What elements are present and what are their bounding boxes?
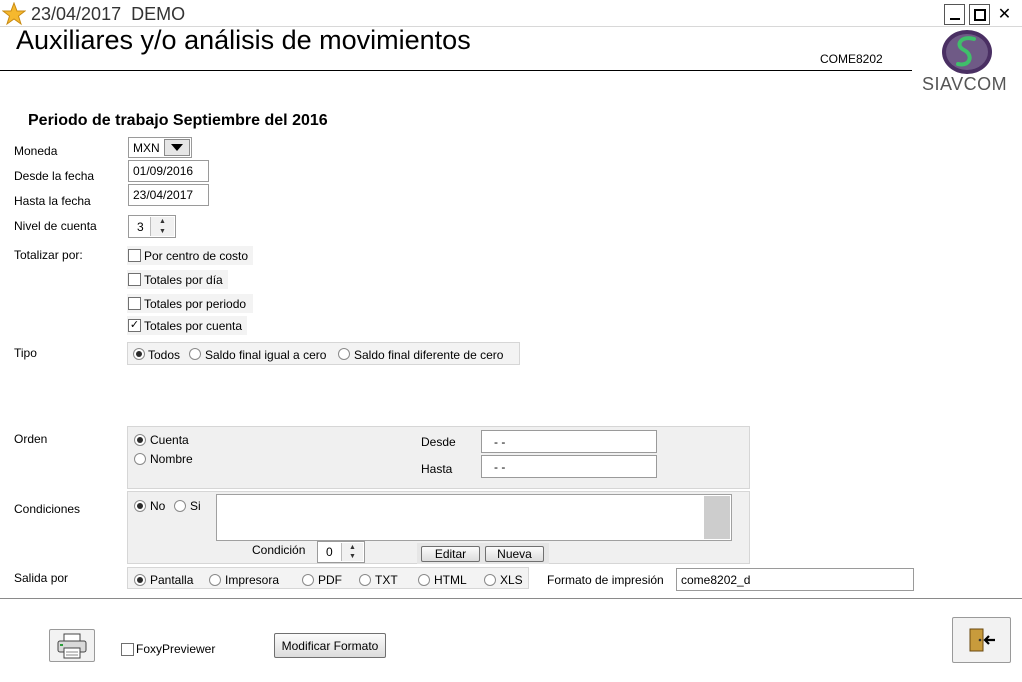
conditions-no-label: No bbox=[150, 499, 166, 513]
daily-totals-checkbox[interactable] bbox=[128, 273, 141, 286]
window-date: 23/04/2017 bbox=[31, 4, 122, 24]
print-format-input[interactable]: come8202_d bbox=[676, 568, 914, 591]
conditions-yes-radio[interactable] bbox=[174, 500, 186, 512]
conditions-yes-label: Si bbox=[190, 499, 201, 513]
foxypreviewer-checkbox[interactable] bbox=[121, 643, 134, 656]
spin-up-icon[interactable]: ▲ bbox=[342, 543, 363, 552]
print-format-label: Formato de impresión bbox=[547, 573, 664, 587]
maximize-button[interactable] bbox=[969, 4, 990, 25]
condition-number-label: Condición bbox=[252, 543, 306, 557]
output-printer-label: Impresora bbox=[225, 573, 280, 587]
app-star-icon bbox=[2, 2, 26, 26]
output-pdf-label: PDF bbox=[318, 573, 342, 587]
condition-number-spinner[interactable]: 0 ▲ ▼ bbox=[317, 541, 365, 563]
exit-door-icon bbox=[969, 628, 995, 652]
from-date-label: Desde la fecha bbox=[14, 169, 95, 183]
account-level-value: 3 bbox=[137, 219, 144, 234]
type-nonzero-radio[interactable] bbox=[338, 348, 350, 360]
cost-center-checkbox[interactable] bbox=[128, 249, 141, 262]
cost-center-label: Por centro de costo bbox=[144, 249, 249, 263]
minimize-button[interactable] bbox=[944, 4, 965, 25]
close-button[interactable]: ✕ bbox=[994, 4, 1015, 25]
output-html-label: HTML bbox=[434, 573, 467, 587]
daily-totals-label: Totales por día bbox=[144, 273, 223, 287]
condition-number-value: 0 bbox=[326, 545, 333, 559]
output-screen-label: Pantalla bbox=[150, 573, 194, 587]
order-account-label: Cuenta bbox=[150, 433, 189, 447]
order-to-label: Hasta bbox=[421, 462, 453, 476]
currency-value: MXN bbox=[133, 140, 160, 155]
siavcom-logo bbox=[942, 30, 992, 74]
output-printer-radio[interactable] bbox=[209, 574, 221, 586]
output-xls-radio[interactable] bbox=[484, 574, 496, 586]
order-from-label: Desde bbox=[421, 435, 456, 449]
printer-icon bbox=[57, 633, 87, 658]
order-name-label: Nombre bbox=[150, 452, 193, 466]
edit-button[interactable]: Editar bbox=[421, 546, 480, 562]
type-zero-radio[interactable] bbox=[189, 348, 201, 360]
chevron-down-icon[interactable] bbox=[164, 139, 190, 156]
order-to-input[interactable]: - - bbox=[481, 455, 657, 478]
to-date-label: Hasta la fecha bbox=[14, 194, 91, 208]
footer-divider bbox=[0, 598, 1022, 599]
order-account-radio[interactable] bbox=[134, 434, 146, 446]
window-mode: DEMO bbox=[131, 4, 186, 24]
type-label: Tipo bbox=[14, 346, 37, 360]
output-txt-radio[interactable] bbox=[359, 574, 371, 586]
maximize-icon bbox=[973, 8, 986, 21]
period-totals-checkbox[interactable] bbox=[128, 297, 141, 310]
conditions-no-radio[interactable] bbox=[134, 500, 146, 512]
account-level-spinner[interactable]: 3 ▲ ▼ bbox=[128, 215, 176, 238]
currency-select[interactable]: MXN bbox=[128, 137, 192, 158]
output-html-radio[interactable] bbox=[418, 574, 430, 586]
spin-down-icon[interactable]: ▼ bbox=[151, 226, 174, 236]
print-button[interactable] bbox=[49, 629, 95, 662]
account-totals-checkbox[interactable]: ✓ bbox=[128, 319, 141, 332]
period-totals-label: Totales por periodo bbox=[144, 297, 247, 311]
work-period: Periodo de trabajo Septiembre del 2016 bbox=[28, 112, 328, 129]
totalize-label: Totalizar por: bbox=[14, 248, 83, 262]
output-txt-label: TXT bbox=[375, 573, 398, 587]
conditions-textarea[interactable] bbox=[216, 494, 732, 541]
page-title: Auxiliares y/o análisis de movimientos bbox=[16, 25, 471, 55]
account-level-label: Nivel de cuenta bbox=[14, 219, 97, 233]
from-date-input[interactable]: 01/09/2016 bbox=[128, 160, 209, 182]
type-nonzero-label: Saldo final diferente de cero bbox=[354, 348, 504, 362]
exit-button[interactable] bbox=[952, 617, 1011, 663]
close-icon: ✕ bbox=[997, 5, 1012, 23]
foxypreviewer-label: FoxyPreviewer bbox=[136, 642, 216, 656]
spin-down-icon[interactable]: ▼ bbox=[342, 552, 363, 561]
minimize-icon bbox=[949, 18, 960, 20]
currency-label: Moneda bbox=[14, 144, 58, 158]
output-pdf-radio[interactable] bbox=[302, 574, 314, 586]
header-divider bbox=[0, 70, 912, 71]
output-screen-radio[interactable] bbox=[134, 574, 146, 586]
scrollbar[interactable] bbox=[704, 496, 730, 539]
type-all-radio[interactable] bbox=[133, 348, 145, 360]
checkmark-icon: ✓ bbox=[129, 319, 140, 331]
window-title: 23/04/2017 DEMO bbox=[31, 4, 185, 25]
brand-name: SIAVCOM bbox=[922, 74, 1008, 94]
type-all-label: Todos bbox=[148, 348, 181, 362]
new-button[interactable]: Nueva bbox=[485, 546, 544, 562]
order-from-input[interactable]: - - bbox=[481, 430, 657, 453]
modify-format-button[interactable]: Modificar Formato bbox=[274, 633, 386, 658]
form-code: COME8202 bbox=[820, 52, 883, 66]
type-zero-label: Saldo final igual a cero bbox=[205, 348, 327, 362]
spin-up-icon[interactable]: ▲ bbox=[151, 217, 174, 227]
account-totals-label: Totales por cuenta bbox=[144, 319, 243, 333]
output-xls-label: XLS bbox=[500, 573, 523, 587]
order-name-radio[interactable] bbox=[134, 453, 146, 465]
conditions-label: Condiciones bbox=[14, 502, 81, 516]
order-label: Orden bbox=[14, 432, 48, 446]
output-label: Salida por bbox=[14, 571, 69, 585]
to-date-input[interactable]: 23/04/2017 bbox=[128, 184, 209, 206]
